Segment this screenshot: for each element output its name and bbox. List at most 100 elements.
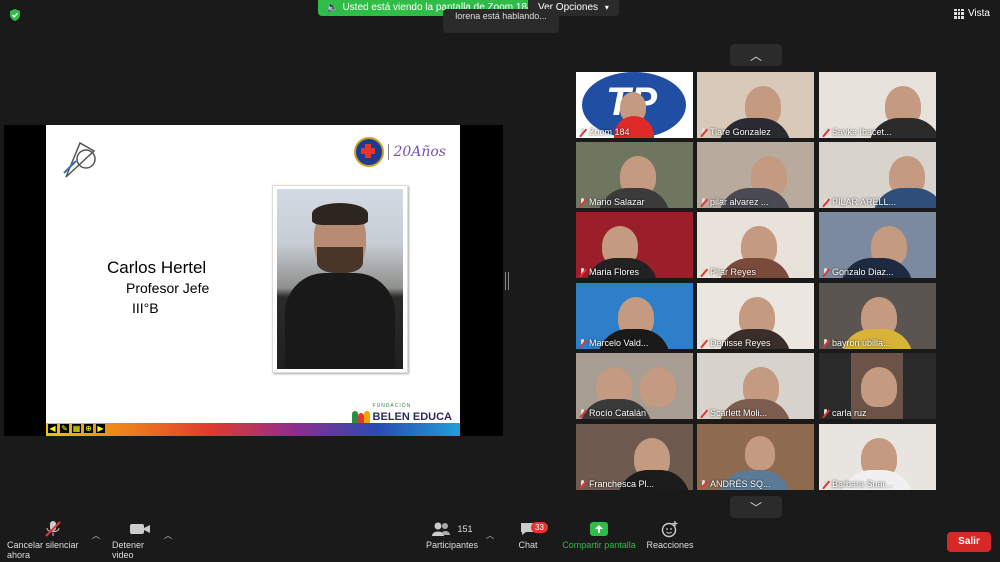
slide-controls: ◀ ✎ ▦ ⊕ ▶ [48, 424, 105, 433]
participants-icon: 151 [431, 518, 473, 540]
muted-mic-icon [700, 338, 707, 348]
reactions-label: Reacciones [646, 540, 694, 550]
participant-tile[interactable]: Franchesca Pl... [576, 424, 693, 490]
slide-color-strip [46, 423, 460, 436]
chat-button[interactable]: 33 Chat [516, 518, 548, 550]
leave-meeting-button[interactable]: Salir [947, 532, 991, 552]
participant-tile[interactable]: Maria Flores [576, 212, 693, 278]
chevron-down-icon: ﹀ [749, 500, 762, 515]
participant-tile[interactable]: Denisse Reyes [697, 283, 814, 349]
next-arrow-icon[interactable]: ▶ [96, 424, 105, 433]
participant-name: Maria Flores [589, 267, 640, 277]
reactions-button[interactable]: Reacciones [646, 518, 694, 550]
chat-label: Chat [518, 540, 538, 550]
participant-name: Pilar Reyes [710, 267, 757, 277]
muted-mic-icon [579, 267, 586, 277]
video-options-caret[interactable]: ︿ [164, 530, 172, 541]
participant-name: ANDRÉS SQ... [710, 479, 771, 489]
prev-arrow-icon[interactable]: ◀ [48, 424, 57, 433]
muted-mic-icon [700, 197, 707, 207]
participant-name: bayron ubilla... [832, 338, 891, 348]
participant-name: Rocío Catalán [589, 408, 647, 418]
unmute-button[interactable]: Cancelar silenciar ahora [7, 518, 99, 560]
unmute-label: Cancelar silenciar ahora [7, 540, 79, 560]
teacher-class: III°B [132, 300, 159, 316]
muted-mic-icon [579, 127, 586, 137]
participant-gallery: Zoom 184 Tiare Gonzalez Savka Ibacet... … [576, 72, 937, 491]
participant-tile[interactable]: carla ruz [819, 353, 936, 419]
participant-tile[interactable]: pilar alvarez ... [697, 142, 814, 208]
participant-name: Gonzalo Diaz... [832, 267, 894, 277]
share-screen-button[interactable]: Compartir pantalla [562, 518, 636, 550]
participant-name: Savka Ibacet... [832, 127, 892, 137]
meeting-toolbar: Cancelar silenciar ahora ︿ Detener video… [0, 518, 1000, 562]
participant-tile[interactable]: ANDRÉS SQ... [697, 424, 814, 490]
gallery-down-button[interactable]: ﹀ [730, 496, 782, 518]
speaking-indicator: lorena está hablando... [443, 9, 559, 33]
muted-mic-icon [700, 127, 707, 137]
shield-check-icon[interactable] [8, 8, 22, 22]
muted-mic-icon [822, 197, 829, 207]
share-screen-label: Compartir pantalla [562, 540, 636, 550]
chat-bubble-icon: 33 [519, 518, 548, 540]
speaker-icon: 🔈 [326, 2, 339, 13]
participant-tile[interactable]: Zoom 184 [576, 72, 693, 138]
add-reaction-icon [661, 518, 679, 540]
participant-tile[interactable]: Marcelo Vald... [576, 283, 693, 349]
shared-screen: 20Años Carlos Hertel Profesor Jefe III°B… [4, 125, 503, 436]
participant-tile[interactable]: Barbara Suar... [819, 424, 936, 490]
muted-mic-icon [822, 267, 829, 277]
participant-tile[interactable]: Gonzalo Diaz... [819, 212, 936, 278]
participants-options-caret[interactable]: ︿ [486, 530, 494, 541]
teacher-name: Carlos Hertel [107, 258, 207, 277]
view-label: Vista [967, 8, 990, 19]
chevron-down-icon: ▾ [604, 3, 609, 12]
stop-video-button[interactable]: Detener video [112, 518, 168, 560]
teacher-photo [272, 185, 408, 373]
participants-count: 151 [457, 524, 473, 534]
participant-name: Marcelo Vald... [589, 338, 649, 348]
participant-tile[interactable]: Tiare Gonzalez [697, 72, 814, 138]
participant-name: Denisse Reyes [710, 338, 771, 348]
participant-tile[interactable]: Scarlett Moli... [697, 353, 814, 419]
slides-icon[interactable]: ▦ [72, 424, 81, 433]
participant-name: Franchesca Pl... [589, 479, 655, 489]
muted-microphone-icon [43, 518, 63, 540]
muted-mic-icon [822, 479, 829, 489]
participant-tile[interactable]: PILAR ARELL... [819, 142, 936, 208]
video-camera-icon [129, 518, 151, 540]
muted-mic-icon [579, 197, 586, 207]
participant-tile[interactable]: Rocío Catalán [576, 353, 693, 419]
top-bar: 🔈 Usted está viendo la pantalla de Zoom … [0, 0, 1000, 33]
participant-name: PILAR ARELL... [832, 197, 897, 207]
crest-icon [354, 137, 385, 167]
participant-tile[interactable]: Mario Salazar [576, 142, 693, 208]
participant-name: Barbara Suar... [832, 479, 893, 489]
resize-handle[interactable] [505, 272, 509, 290]
audio-options-caret[interactable]: ︿ [92, 530, 100, 541]
participant-tile[interactable]: Savka Ibacet... [819, 72, 936, 138]
muted-mic-icon [822, 127, 829, 137]
gallery-up-button[interactable]: ︿ [730, 44, 782, 66]
muted-mic-icon [579, 408, 586, 418]
brand-text: BELEN EDUCA [372, 411, 452, 423]
zoom-icon[interactable]: ⊕ [84, 424, 93, 433]
teacher-role: Profesor Jefe [126, 280, 210, 296]
muted-mic-icon [579, 479, 586, 489]
muted-mic-icon [700, 479, 707, 489]
stop-video-label: Detener video [112, 540, 145, 560]
share-screen-icon [589, 518, 609, 540]
pen-icon[interactable]: ✎ [60, 424, 69, 433]
chat-unread-badge: 33 [531, 522, 548, 533]
muted-mic-icon [579, 338, 586, 348]
view-button[interactable]: Vista [953, 8, 990, 19]
participant-tile[interactable]: bayron ubilla... [819, 283, 936, 349]
participant-name: Zoom 184 [589, 127, 630, 137]
muted-mic-icon [700, 267, 707, 277]
chevron-up-icon: ︿ [749, 48, 762, 63]
school-logo-icon [63, 141, 96, 178]
participant-tile[interactable]: Pilar Reyes [697, 212, 814, 278]
participants-button[interactable]: 151 Participantes [426, 518, 478, 550]
participants-label: Participantes [425, 540, 479, 550]
participant-name: Mario Salazar [589, 197, 645, 207]
